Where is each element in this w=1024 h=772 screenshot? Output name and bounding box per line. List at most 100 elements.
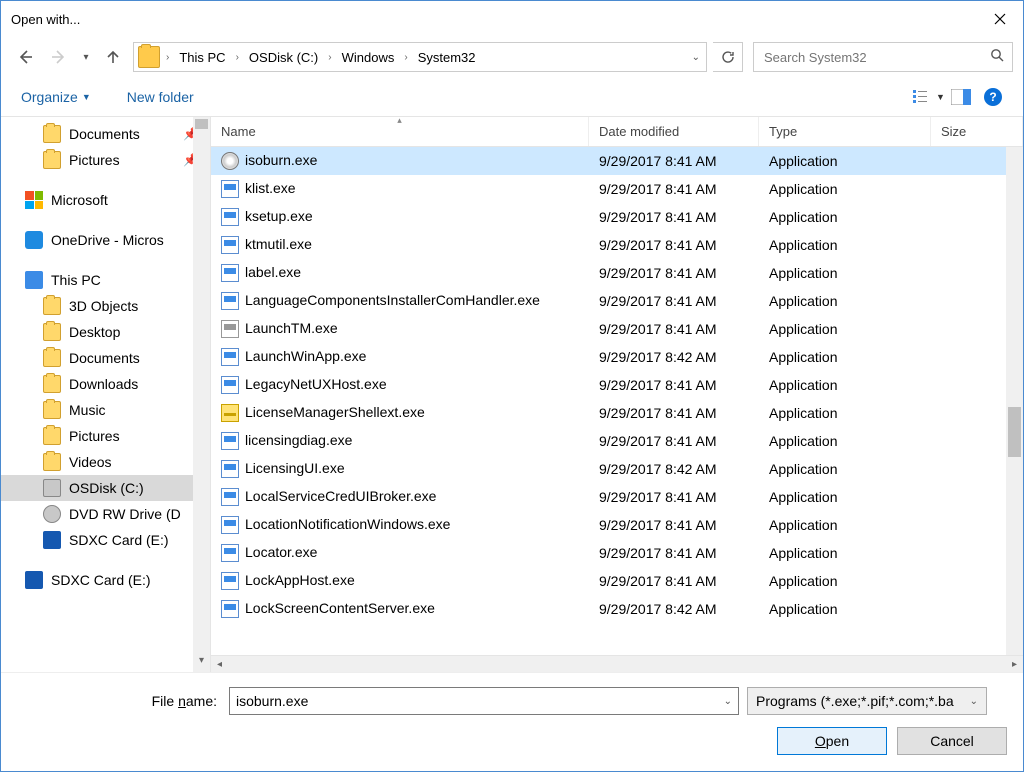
file-name: LicenseManagerShellext.exe <box>245 404 425 420</box>
file-row[interactable]: LanguageComponentsInstallerComHandler.ex… <box>211 287 1023 315</box>
file-scrollbar[interactable] <box>1006 147 1023 655</box>
file-row[interactable]: LockAppHost.exe9/29/2017 8:41 AMApplicat… <box>211 567 1023 595</box>
column-label: Size <box>941 124 966 139</box>
chevron-down-icon: ▾ <box>83 52 88 63</box>
tree-label: Documents <box>69 350 140 366</box>
breadcrumb-thispc[interactable]: This PC <box>171 43 233 71</box>
tree-label: OneDrive - Micros <box>51 232 164 248</box>
tree-music[interactable]: Music <box>1 397 210 423</box>
tree-downloads[interactable]: Downloads <box>1 371 210 397</box>
file-row[interactable]: LicenseManagerShellext.exe9/29/2017 8:41… <box>211 399 1023 427</box>
nav-up[interactable] <box>99 43 127 71</box>
breadcrumb-chevron-icon[interactable]: › <box>402 52 409 63</box>
column-date[interactable]: Date modified <box>589 117 759 146</box>
new-folder-label: New folder <box>127 89 194 105</box>
file-row[interactable]: label.exe9/29/2017 8:41 AMApplication <box>211 259 1023 287</box>
scroll-right-icon[interactable]: ▸ <box>1006 659 1023 670</box>
tree-sdxc[interactable]: SDXC Card (E:) <box>1 527 210 553</box>
file-icon <box>221 460 239 478</box>
nav-recent-dropdown[interactable]: ▾ <box>79 43 93 71</box>
tree-videos[interactable]: Videos <box>1 449 210 475</box>
file-date: 9/29/2017 8:41 AM <box>589 377 759 393</box>
breadcrumb-system32[interactable]: System32 <box>410 43 484 71</box>
tree-dvd[interactable]: DVD RW Drive (D <box>1 501 210 527</box>
file-name: LocalServiceCredUIBroker.exe <box>245 488 436 504</box>
nav-row: ▾ › This PC › OSDisk (C:) › Windows › Sy… <box>1 37 1023 77</box>
file-row[interactable]: isoburn.exe9/29/2017 8:41 AMApplication <box>211 147 1023 175</box>
file-row[interactable]: ksetup.exe9/29/2017 8:41 AMApplication <box>211 203 1023 231</box>
folder-icon <box>43 125 61 143</box>
help-button[interactable]: ? <box>977 81 1009 113</box>
tree-desktop[interactable]: Desktop <box>1 319 210 345</box>
file-row[interactable]: LegacyNetUXHost.exe9/29/2017 8:41 AMAppl… <box>211 371 1023 399</box>
scroll-thumb[interactable] <box>1008 407 1021 457</box>
file-row[interactable]: LicensingUI.exe9/29/2017 8:42 AMApplicat… <box>211 455 1023 483</box>
nav-forward[interactable] <box>45 43 73 71</box>
bottom-panel: File name: isoburn.exe ⌄ Programs (*.exe… <box>1 672 1023 771</box>
column-name[interactable]: Name ▴ <box>211 117 589 146</box>
address-dropdown-icon[interactable]: ⌄ <box>692 52 700 63</box>
file-type: Application <box>759 181 931 197</box>
tree-scrollbar[interactable]: ▴ ▾ <box>193 117 210 672</box>
tree-pictures[interactable]: Pictures <box>1 423 210 449</box>
scroll-down-icon[interactable]: ▾ <box>193 655 210 672</box>
breadcrumb-chevron-icon[interactable]: › <box>326 52 333 63</box>
view-mode-button[interactable]: ▼ <box>913 81 945 113</box>
tree-label: Microsoft <box>51 192 108 208</box>
close-button[interactable] <box>977 1 1023 37</box>
file-name: LocationNotificationWindows.exe <box>245 516 450 532</box>
file-date: 9/29/2017 8:41 AM <box>589 545 759 561</box>
file-row[interactable]: LocalServiceCredUIBroker.exe9/29/2017 8:… <box>211 483 1023 511</box>
organize-menu[interactable]: Organize ▼ <box>15 85 97 109</box>
file-date: 9/29/2017 8:41 AM <box>589 265 759 281</box>
file-icon <box>221 180 239 198</box>
column-type[interactable]: Type <box>759 117 931 146</box>
chevron-down-icon[interactable]: ⌄ <box>724 696 732 707</box>
preview-pane-button[interactable] <box>945 81 977 113</box>
tree-pictures[interactable]: Pictures 📌 <box>1 147 210 173</box>
file-row[interactable]: LaunchWinApp.exe9/29/2017 8:42 AMApplica… <box>211 343 1023 371</box>
file-row[interactable]: LockScreenContentServer.exe9/29/2017 8:4… <box>211 595 1023 623</box>
breadcrumb-chevron-icon[interactable]: › <box>234 52 241 63</box>
tree-3d-objects[interactable]: 3D Objects <box>1 293 210 319</box>
file-row[interactable]: ktmutil.exe9/29/2017 8:41 AMApplication <box>211 231 1023 259</box>
file-row[interactable]: licensingdiag.exe9/29/2017 8:41 AMApplic… <box>211 427 1023 455</box>
file-icon <box>221 544 239 562</box>
tree-documents[interactable]: Documents 📌 <box>1 121 210 147</box>
folder-tree[interactable]: Documents 📌 Pictures 📌 Microsoft OneDriv… <box>1 117 211 672</box>
file-name: label.exe <box>245 264 301 280</box>
search-box[interactable] <box>753 42 1013 72</box>
tree-sdxc-root[interactable]: SDXC Card (E:) <box>1 567 210 593</box>
breadcrumb-osdisk[interactable]: OSDisk (C:) <box>241 43 326 71</box>
file-row[interactable]: klist.exe9/29/2017 8:41 AMApplication <box>211 175 1023 203</box>
file-name: LicensingUI.exe <box>245 460 345 476</box>
filename-combo[interactable]: isoburn.exe ⌄ <box>229 687 739 715</box>
open-button[interactable]: Open <box>777 727 887 755</box>
chevron-down-icon[interactable]: ⌄ <box>970 696 978 707</box>
breadcrumb-chevron-icon[interactable]: › <box>164 52 171 63</box>
file-row[interactable]: LaunchTM.exe9/29/2017 8:41 AMApplication <box>211 315 1023 343</box>
cancel-button[interactable]: Cancel <box>897 727 1007 755</box>
filename-value: isoburn.exe <box>236 693 308 709</box>
new-folder-button[interactable]: New folder <box>121 85 200 109</box>
file-list[interactable]: isoburn.exe9/29/2017 8:41 AMApplicationk… <box>211 147 1023 655</box>
scroll-thumb[interactable] <box>195 119 208 129</box>
folder-icon <box>43 427 61 445</box>
breadcrumb-windows[interactable]: Windows <box>334 43 403 71</box>
file-row[interactable]: Locator.exe9/29/2017 8:41 AMApplication <box>211 539 1023 567</box>
nav-back[interactable] <box>11 43 39 71</box>
search-input[interactable] <box>762 49 990 66</box>
refresh-button[interactable] <box>713 42 743 72</box>
address-bar[interactable]: › This PC › OSDisk (C:) › Windows › Syst… <box>133 42 707 72</box>
tree-documents[interactable]: Documents <box>1 345 210 371</box>
horizontal-scrollbar[interactable]: ◂ ▸ <box>211 655 1023 672</box>
tree-onedrive[interactable]: OneDrive - Micros <box>1 227 210 253</box>
tree-osdisk[interactable]: OSDisk (C:) <box>1 475 210 501</box>
column-size[interactable]: Size <box>931 117 1023 146</box>
file-row[interactable]: LocationNotificationWindows.exe9/29/2017… <box>211 511 1023 539</box>
file-type-filter[interactable]: Programs (*.exe;*.pif;*.com;*.ba ⌄ <box>747 687 987 715</box>
tree-thispc[interactable]: This PC <box>1 267 210 293</box>
search-icon[interactable] <box>990 48 1004 67</box>
scroll-left-icon[interactable]: ◂ <box>211 659 228 670</box>
tree-microsoft[interactable]: Microsoft <box>1 187 210 213</box>
